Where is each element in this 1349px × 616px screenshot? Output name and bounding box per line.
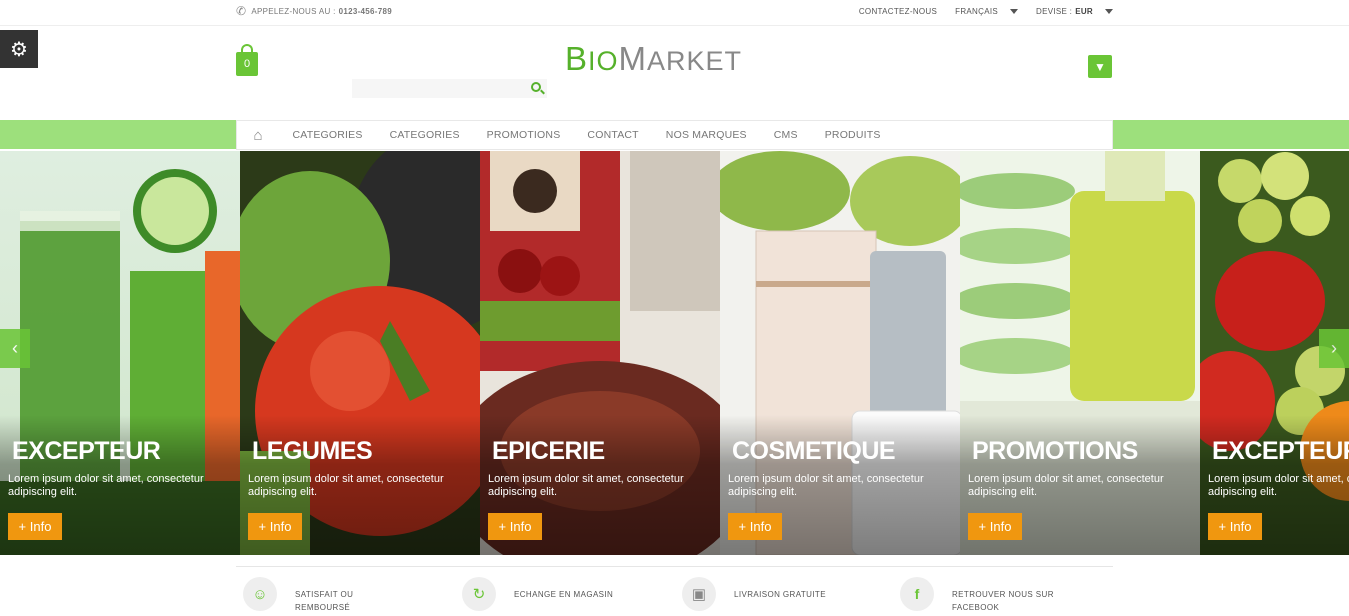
contact-link[interactable]: CONTACTEZ-NOUS [859,7,937,16]
phone-number: 0123-456-789 [338,6,393,16]
nav-item-produits[interactable]: PRODUITS [811,129,894,141]
main-nav: ⌂ CATEGORIES CATEGORIES PROMOTIONS CONTA… [236,120,1113,150]
slide-description: Lorem ipsum dolor sit amet, consectetur … [8,473,204,498]
info-button[interactable]: + Info [728,513,782,540]
features-bar: ☺ SATISFAIT OU REMBOURSÉ ↻ ECHANGE EN MA… [236,566,1113,616]
caret-down-icon [1105,9,1113,14]
top-bar: ✆ APPELEZ-NOUS AU : 0123-456-789 CONTACT… [0,0,1349,26]
nav-item-contact[interactable]: CONTACT [574,129,652,141]
home-icon[interactable]: ⌂ [237,127,279,144]
site-logo[interactable]: BIOMARKET [565,40,743,77]
account-button[interactable]: ▼ [1088,55,1112,78]
slider-prev-arrow-icon[interactable]: ‹ [0,329,30,368]
info-button[interactable]: + Info [968,513,1022,540]
refresh-icon: ↻ [462,577,496,611]
slide-title: PROMOTIONS [972,437,1138,465]
logo-arket: ARKET [647,46,743,76]
slide-panel[interactable]: COSMETIQUE Lorem ipsum dolor sit amet, c… [720,151,960,555]
nav-item-categories[interactable]: CATEGORIES [279,129,376,141]
nav-item-promotions[interactable]: PROMOTIONS [473,129,574,141]
truck-icon: ▣ [682,577,716,611]
language-value: FRANÇAIS [955,7,998,16]
slide-title: EXCEPTEUR [12,437,161,465]
slide-title: EXCEPTEUR [1212,437,1349,465]
nav-item-nos-marques[interactable]: NOS MARQUES [652,129,760,141]
slide-panel[interactable]: PROMOTIONS Lorem ipsum dolor sit amet, c… [960,151,1200,555]
nav-item-categories-2[interactable]: CATEGORIES [376,129,473,141]
search-box[interactable] [352,79,547,98]
currency-selector[interactable]: DEVISE : EUR [1036,7,1113,16]
shopping-bag-icon: 0 [236,52,258,76]
slider-next-arrow-icon[interactable]: › [1319,329,1349,368]
user-icon: ▼ [1094,59,1106,74]
feature-item: ▣ LIVRAISON GRATUITE [682,577,844,611]
slide-description: Lorem ipsum dolor sit amet, consectetur … [728,473,924,498]
slide-panel[interactable]: EPICERIE Lorem ipsum dolor sit amet, con… [480,151,720,555]
feature-item: ↻ ECHANGE EN MAGASIN [462,577,624,611]
phone-icon: ✆ [236,4,247,18]
slide-panel[interactable]: LEGUMES Lorem ipsum dolor sit amet, cons… [240,151,480,555]
caret-down-icon [1010,9,1018,14]
logo-b: B [565,40,589,77]
logo-io: IO [588,46,619,76]
feature-item: ☺ SATISFAIT OU REMBOURSÉ [243,577,405,614]
slide-title: EPICERIE [492,437,605,465]
phone-label: APPELEZ-NOUS AU : [251,6,336,16]
slide-description: Lorem ipsum dolor sit amet, consectetur … [488,473,684,498]
search-icon[interactable] [531,82,541,92]
feature-label: SATISFAIT OU REMBOURSÉ [295,590,354,612]
feature-label: ECHANGE EN MAGASIN [514,590,614,599]
slide-title: LEGUMES [252,437,373,465]
feature-label: LIVRAISON GRATUITE [734,590,826,599]
settings-gear-icon[interactable]: ⚙ [0,30,38,68]
slide-title: COSMETIQUE [732,437,896,465]
facebook-icon[interactable]: f [900,577,934,611]
category-slider: EXCEPTEUR Lorem ipsum dolor sit amet, co… [0,151,1349,555]
slide-description: Lorem ipsum dolor sit amet, consectetur … [968,473,1164,498]
currency-label: DEVISE : [1036,7,1073,16]
cart-button[interactable]: 0 [236,44,258,76]
info-button[interactable]: + Info [1208,513,1262,540]
slide-description: Lorem ipsum dolor sit amet, consectetur … [248,473,444,498]
smile-icon: ☺ [243,577,277,611]
feature-item[interactable]: f RETROUVER NOUS SUR FACEBOOK [900,577,1062,614]
phone-info: ✆ APPELEZ-NOUS AU : 0123-456-789 [236,4,392,18]
feature-label: RETROUVER NOUS SUR FACEBOOK [952,590,1054,612]
language-selector[interactable]: FRANÇAIS [955,7,1018,16]
info-button[interactable]: + Info [248,513,302,540]
currency-value: EUR [1075,7,1093,16]
top-links: CONTACTEZ-NOUS FRANÇAIS DEVISE : EUR [841,7,1113,16]
info-button[interactable]: + Info [488,513,542,540]
slide-panel[interactable]: EXCEPTEUR Lorem ipsum dolor sit amet, co… [0,151,240,555]
logo-m: M [618,40,648,77]
slide-description: Lorem ipsum dolor sit amet, consectetur … [1208,473,1349,498]
info-button[interactable]: + Info [8,513,62,540]
nav-item-cms[interactable]: CMS [760,129,811,141]
cart-count: 0 [243,58,251,70]
